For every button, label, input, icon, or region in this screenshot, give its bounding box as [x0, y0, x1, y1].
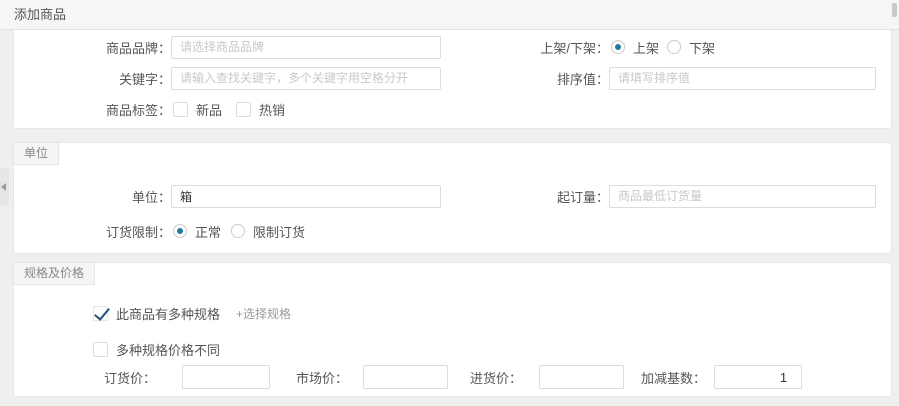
market-price-input[interactable]	[363, 365, 448, 389]
radio-limit-restricted[interactable]	[231, 224, 245, 238]
checkbox-multi-spec[interactable]	[93, 306, 108, 321]
choose-spec-link[interactable]: +选择规格	[236, 305, 291, 322]
checkbox-multi-spec-label[interactable]: 此商品有多种规格	[116, 304, 220, 323]
radio-off-shelf-label[interactable]: 下架	[689, 38, 715, 57]
checkbox-tag-new[interactable]	[173, 102, 188, 117]
order-limit-label: 订货限制：	[14, 222, 171, 241]
form-row-diff-price: 多种规格价格不同	[14, 339, 891, 359]
checkbox-tag-hot[interactable]	[236, 102, 251, 117]
panel-unit-tab: 单位	[13, 142, 59, 165]
checkbox-diff-price[interactable]	[93, 342, 108, 357]
scrollbar-thumb[interactable]	[892, 3, 897, 17]
radio-limit-normal[interactable]	[173, 224, 187, 238]
order-price-input[interactable]	[182, 365, 270, 389]
form-row-multi-spec: 此商品有多种规格 +选择规格	[14, 301, 891, 325]
moq-input[interactable]	[609, 185, 876, 208]
step-base-input[interactable]	[714, 365, 802, 389]
step-base-label: 加减基数：	[641, 368, 706, 387]
checkbox-diff-price-label[interactable]: 多种规格价格不同	[116, 340, 220, 359]
purchase-price-label: 进货价：	[470, 368, 522, 387]
shelf-status-label: 上架/下架：	[441, 38, 609, 57]
sidebar-collapse-handle[interactable]	[0, 168, 9, 206]
form-row-brand-shelf: 商品品牌： 上架/下架： 上架 下架	[14, 35, 891, 59]
radio-off-shelf[interactable]	[667, 40, 681, 54]
panel-unit: 单位 单位： 起订量： 订货限制： 正常 限制订货	[13, 142, 892, 254]
checkbox-tag-hot-label[interactable]: 热销	[259, 100, 285, 119]
brand-label: 商品品牌：	[14, 38, 171, 57]
form-row-tags: 商品标签： 新品 热销	[14, 99, 891, 119]
panel-spec-price: 规格及价格 此商品有多种规格 +选择规格 多种规格价格不同 订货价： 市场价： …	[13, 262, 892, 397]
form-row-keywords-sort: 关键字： 排序值：	[14, 66, 891, 90]
moq-label: 起订量：	[441, 187, 609, 206]
unit-label: 单位：	[14, 187, 171, 206]
unit-input[interactable]	[171, 185, 441, 208]
keywords-input[interactable]	[171, 67, 441, 90]
tags-label: 商品标签：	[14, 100, 171, 119]
purchase-price-input[interactable]	[539, 365, 624, 389]
panel-spec-price-tab: 规格及价格	[13, 262, 95, 285]
page-header: 添加商品	[0, 0, 899, 30]
market-price-label: 市场价：	[296, 368, 348, 387]
radio-on-shelf-label[interactable]: 上架	[633, 38, 659, 57]
keywords-label: 关键字：	[14, 69, 171, 88]
page-title: 添加商品	[14, 7, 66, 22]
form-row-prices: 订货价： 市场价： 进货价： 加减基数：	[14, 365, 891, 389]
order-price-label: 订货价：	[104, 368, 156, 387]
radio-on-shelf[interactable]	[611, 40, 625, 54]
radio-limit-restricted-label[interactable]: 限制订货	[253, 222, 305, 241]
checkbox-tag-new-label[interactable]: 新品	[196, 100, 222, 119]
sort-value-input[interactable]	[609, 67, 876, 90]
sort-value-label: 排序值：	[441, 69, 609, 88]
radio-limit-normal-label[interactable]: 正常	[195, 222, 221, 241]
chevron-left-icon	[1, 183, 6, 191]
brand-input[interactable]	[171, 36, 441, 59]
panel-basic-info: 商品品牌： 上架/下架： 上架 下架 关键字： 排序值： 商品标签： 新品 热销	[13, 30, 892, 129]
form-row-order-limit: 订货限制： 正常 限制订货	[14, 221, 891, 241]
form-row-unit-moq: 单位： 起订量：	[14, 184, 891, 208]
